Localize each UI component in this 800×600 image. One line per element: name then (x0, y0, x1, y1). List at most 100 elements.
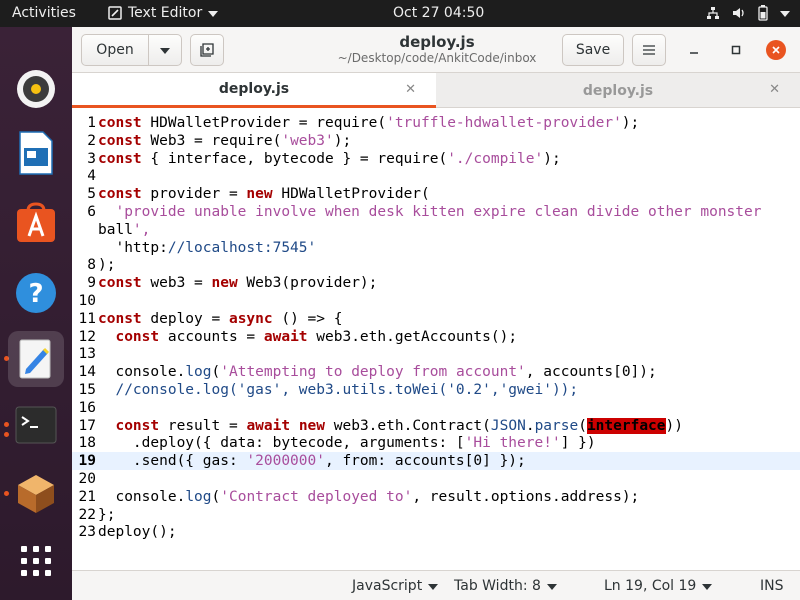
code-line[interactable]: 21 console.log('Contract deployed to', r… (72, 488, 800, 506)
code-line[interactable]: ball', (72, 221, 800, 239)
clock[interactable]: Oct 27 04:50 (393, 5, 484, 21)
code-line[interactable]: 16 (72, 399, 800, 417)
tab-close-icon[interactable]: ✕ (769, 82, 780, 97)
maximize-button[interactable] (726, 40, 746, 60)
new-tab-button[interactable] (190, 34, 224, 66)
tab-label: deploy.js (582, 82, 654, 99)
code-line[interactable]: 17 const result = await new web3.eth.Con… (72, 417, 800, 435)
ubuntu-software-icon (17, 202, 55, 242)
code-line[interactable]: 12 const accounts = await web3.eth.getAc… (72, 328, 800, 346)
code-text: const { interface, bytecode } = require(… (98, 150, 561, 167)
libreoffice-impress-icon (19, 131, 53, 175)
text-editor-small-icon (108, 6, 122, 20)
insert-mode[interactable]: INS (760, 578, 784, 594)
terminal-launcher[interactable] (8, 397, 64, 453)
line-number: 20 (78, 471, 96, 487)
code-line[interactable]: 3 const { interface, bytecode } = require… (72, 150, 800, 168)
code-line[interactable]: 23 deploy(); (72, 523, 800, 541)
tab-label: deploy.js (218, 81, 290, 97)
rhythmbox-launcher[interactable] (8, 61, 64, 117)
code-line[interactable]: 18 .deploy({ data: bytecode, arguments: … (72, 434, 800, 452)
language-label: JavaScript (352, 578, 423, 594)
code-line[interactable]: 22}; (72, 506, 800, 524)
tab-close-icon[interactable]: ✕ (405, 82, 416, 97)
cursor-position-label: Ln 19, Col 19 (604, 578, 697, 594)
svg-text:?: ? (28, 279, 43, 309)
system-tray[interactable] (706, 5, 790, 21)
top-bar: Activities Text Editor Oct 27 04:50 (0, 0, 800, 27)
line-number: 4 (87, 168, 96, 185)
open-recent-button[interactable] (148, 34, 182, 66)
app-menu[interactable]: Text Editor (108, 5, 219, 21)
code-text: const HDWalletProvider = require('truffl… (98, 115, 640, 131)
chevron-down-icon (160, 48, 170, 54)
tab-deploy-js-2[interactable]: deploy.js ✕ (436, 73, 800, 108)
code-line[interactable]: 'http://localhost:7545' (72, 239, 800, 257)
code-text: //console.log('gas', web3.utils.toWei('0… (115, 382, 579, 398)
chevron-down-icon (428, 584, 439, 590)
minimize-icon (690, 52, 698, 54)
minimize-button[interactable] (684, 40, 704, 60)
show-applications-button[interactable] (8, 533, 64, 589)
line-number: 5 (87, 186, 96, 203)
code-text: 'http://localhost:7545' (98, 239, 317, 256)
menu-button[interactable] (632, 34, 666, 66)
code-line[interactable]: 6 'provide unable involve when desk kitt… (72, 203, 800, 221)
tab-width-selector[interactable]: Tab Width: 8 (454, 578, 557, 594)
code-line[interactable]: 11 const deploy = async () => { (72, 310, 800, 328)
line-number: 16 (78, 399, 96, 416)
text-editor-window: Open deploy.js ~/Desktop/code/AnkitCode/… (72, 27, 800, 600)
cursor-position[interactable]: Ln 19, Col 19 (604, 578, 713, 594)
app-launcher[interactable] (8, 465, 64, 521)
text-editor-icon (19, 339, 51, 379)
line-number: 12 (78, 328, 96, 345)
close-icon (772, 46, 780, 54)
code-text: .send({ gas: '2000000', from: accounts[0… (98, 453, 526, 470)
code-text: const deploy = async () => { (98, 310, 343, 327)
code-line[interactable]: 8); (72, 256, 800, 274)
code-editor[interactable]: 1 const HDWalletProvider = require('truff… (72, 108, 800, 570)
code-text: ball', (98, 221, 151, 238)
show-applications-icon (21, 546, 51, 576)
code-text: console.log('Contract deployed to', resu… (98, 488, 640, 505)
rhythmbox-icon (17, 70, 55, 108)
line-number: 15 (78, 382, 96, 398)
ubuntu-software-launcher[interactable] (8, 195, 64, 251)
open-button[interactable]: Open (81, 34, 149, 66)
code-line[interactable]: 9 const web3 = new Web3(provider); (72, 274, 800, 292)
code-line[interactable]: 15 //console.log('gas', web3.utils.toWei… (72, 381, 800, 399)
code-text: const provider = new HDWalletProvider( (98, 186, 430, 203)
window-title: deploy.js (399, 33, 475, 51)
save-button[interactable]: Save (562, 34, 624, 66)
tab-deploy-js-1[interactable]: deploy.js ✕ (72, 73, 436, 108)
window-subtitle: ~/Desktop/code/AnkitCode/inbox (337, 51, 537, 65)
code-line[interactable]: 1 const HDWalletProvider = require('truff… (72, 114, 800, 132)
code-line[interactable]: 20 (72, 470, 800, 488)
code-text: .deploy({ data: bytecode, arguments: ['H… (98, 435, 596, 452)
code-line[interactable]: 5 const provider = new HDWalletProvider( (72, 185, 800, 203)
code-line[interactable]: 4 (72, 167, 800, 185)
line-number: 8 (87, 257, 96, 274)
language-selector[interactable]: JavaScript (352, 578, 439, 594)
line-number: 9 (87, 275, 96, 292)
code-text: const Web3 = require('web3'); (98, 132, 352, 149)
help-launcher[interactable]: ? (8, 265, 64, 321)
code-line[interactable]: 13 (72, 345, 800, 363)
code-line[interactable]: 19 .send({ gas: '2000000', from: account… (72, 452, 800, 471)
text-editor-launcher[interactable] (8, 331, 64, 387)
code-text: ); (98, 257, 116, 274)
line-number: 23 (78, 524, 96, 541)
code-line[interactable]: 14 console.log('Attempting to deploy fro… (72, 363, 800, 381)
activities-button[interactable]: Activities (12, 5, 76, 21)
battery-icon (758, 5, 768, 21)
code-line[interactable]: 2 const Web3 = require('web3'); (72, 132, 800, 150)
hamburger-menu-icon (643, 45, 655, 55)
code-text: 'provide unable involve when desk kitten… (115, 204, 762, 220)
code-line[interactable]: 10 (72, 292, 800, 310)
chevron-down-icon (702, 584, 713, 590)
code-text: deploy(); (98, 524, 177, 541)
volume-icon (733, 8, 744, 18)
libreoffice-impress-launcher[interactable] (8, 125, 64, 181)
status-bar: JavaScript Tab Width: 8 Ln 19, Col 19 IN… (72, 570, 800, 600)
close-button[interactable] (766, 40, 786, 60)
